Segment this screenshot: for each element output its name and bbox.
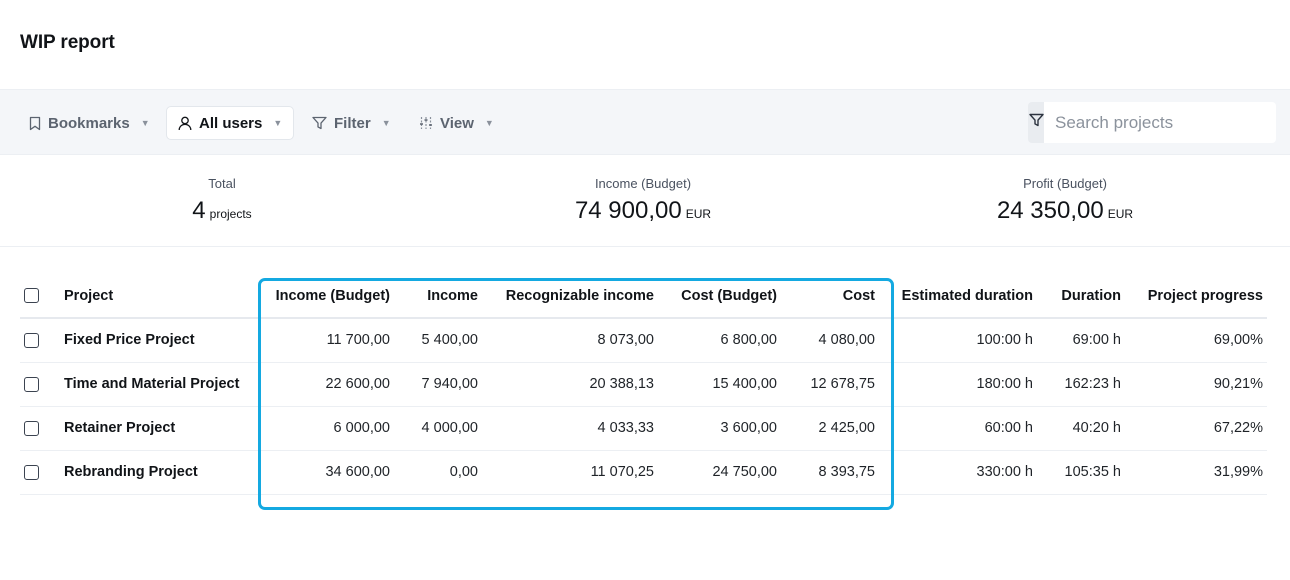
select-all-checkbox[interactable] (24, 288, 39, 304)
row-checkbox[interactable] (24, 420, 39, 436)
table-cell: 105:35 h (1037, 450, 1125, 495)
summary-stats: Total 4 projects Income (Budget) 74 900,0… (0, 155, 1290, 247)
search-input[interactable] (1044, 102, 1276, 143)
stat-value: 4 projects (172, 197, 272, 225)
search-box (1028, 102, 1276, 143)
table-cell: 8 073,00 (482, 318, 658, 363)
project-name[interactable]: Rebranding Project (60, 450, 256, 495)
search-filter-button[interactable] (1028, 102, 1044, 143)
filter-icon (1028, 113, 1044, 132)
stat-unit: EUR (1107, 207, 1134, 221)
table-cell: 100:00 h (879, 318, 1037, 363)
table-cell: 180:00 h (879, 362, 1037, 407)
row-select-cell (20, 450, 60, 495)
row-select-cell (20, 406, 60, 451)
column-header[interactable]: Income (394, 274, 482, 319)
table-row[interactable]: Rebranding Project 34 600,00 0,00 11 070… (20, 450, 1267, 495)
table-cell: 6 000,00 (256, 406, 394, 451)
caret-down-icon: ▼ (381, 118, 391, 128)
row-checkbox[interactable] (24, 464, 39, 480)
column-header[interactable]: Income (Budget) (256, 274, 394, 319)
page-title: WIP report (20, 32, 115, 53)
bookmark-icon (29, 116, 41, 131)
table-cell: 40:20 h (1037, 406, 1125, 451)
table-cell: 11 700,00 (256, 318, 394, 363)
table-cell: 7 940,00 (394, 362, 482, 407)
table-cell: 90,21% (1125, 362, 1267, 407)
table-cell: 3 600,00 (658, 406, 781, 451)
filter-icon (312, 116, 327, 130)
table-row[interactable]: Time and Material Project 22 600,00 7 94… (20, 362, 1267, 407)
view-label: View (440, 114, 474, 132)
column-header[interactable]: Project (60, 274, 256, 319)
column-header[interactable]: Estimated duration (879, 274, 1037, 319)
table-row[interactable]: Retainer Project 6 000,00 4 000,00 4 033… (20, 406, 1267, 451)
column-header[interactable]: Duration (1037, 274, 1125, 319)
stat-unit: EUR (685, 207, 712, 221)
filter-label: Filter (334, 114, 371, 132)
table-cell: 69,00% (1125, 318, 1267, 363)
table-cell: 5 400,00 (394, 318, 482, 363)
table-cell: 12 678,75 (781, 362, 879, 407)
bookmarks-label: Bookmarks (48, 114, 130, 132)
table-cell: 6 800,00 (658, 318, 781, 363)
row-checkbox[interactable] (24, 376, 39, 392)
wip-table: Project Income (Budget) Income Recogniza… (20, 274, 1267, 495)
table-row[interactable]: Fixed Price Project 11 700,00 5 400,00 8… (20, 318, 1267, 363)
table-cell: 0,00 (394, 450, 482, 495)
toolbar: Bookmarks ▼ All users ▼ Filter ▼ View ▼ (0, 89, 1290, 155)
bookmarks-button[interactable]: Bookmarks ▼ (29, 106, 150, 140)
select-all-cell (20, 274, 60, 319)
row-select-cell (20, 362, 60, 407)
table-cell: 24 750,00 (658, 450, 781, 495)
view-button[interactable]: View ▼ (419, 106, 494, 140)
table-cell: 31,99% (1125, 450, 1267, 495)
table-cell: 22 600,00 (256, 362, 394, 407)
table-cell: 4 080,00 (781, 318, 879, 363)
project-name[interactable]: Time and Material Project (60, 362, 256, 407)
stat-unit: projects (209, 207, 252, 221)
table-cell: 60:00 h (879, 406, 1037, 451)
table-cell: 4 000,00 (394, 406, 482, 451)
caret-down-icon: ▼ (140, 118, 150, 128)
table-cell: 34 600,00 (256, 450, 394, 495)
stat-number: 74 900,00 (574, 197, 682, 224)
column-header[interactable]: Cost (Budget) (658, 274, 781, 319)
user-icon (178, 116, 192, 131)
filter-button[interactable]: Filter ▼ (312, 106, 391, 140)
stat-label: Total (208, 176, 236, 191)
row-checkbox[interactable] (24, 332, 39, 348)
stat-label: Profit (Budget) (1023, 176, 1107, 191)
caret-down-icon: ▼ (484, 118, 494, 128)
table-cell: 15 400,00 (658, 362, 781, 407)
stat-income-budget: Income (Budget) 74 900,00 EUR (543, 176, 743, 225)
table-cell: 20 388,13 (482, 362, 658, 407)
table-cell: 162:23 h (1037, 362, 1125, 407)
stat-value: 24 350,00 EUR (965, 197, 1165, 225)
caret-down-icon: ▼ (273, 118, 283, 128)
users-label: All users (199, 114, 263, 132)
table-cell: 67,22% (1125, 406, 1267, 451)
table-cell: 11 070,25 (482, 450, 658, 495)
column-header[interactable]: Cost (781, 274, 879, 319)
stat-value: 74 900,00 EUR (543, 197, 743, 225)
project-name[interactable]: Retainer Project (60, 406, 256, 451)
stat-profit-budget: Profit (Budget) 24 350,00 EUR (965, 176, 1165, 225)
stat-label: Income (Budget) (594, 176, 692, 191)
table-header-row: Project Income (Budget) Income Recogniza… (20, 274, 1267, 319)
stat-total: Total 4 projects (172, 176, 272, 225)
column-header[interactable]: Project progress (1125, 274, 1267, 319)
sliders-icon (419, 116, 433, 130)
project-name[interactable]: Fixed Price Project (60, 318, 256, 363)
table-cell: 8 393,75 (781, 450, 879, 495)
column-header[interactable]: Recognizable income (482, 274, 658, 319)
stat-number: 24 350,00 (996, 197, 1104, 224)
table-cell: 4 033,33 (482, 406, 658, 451)
users-dropdown[interactable]: All users ▼ (166, 106, 295, 140)
table-cell: 69:00 h (1037, 318, 1125, 363)
table-cell: 330:00 h (879, 450, 1037, 495)
table-cell: 2 425,00 (781, 406, 879, 451)
stat-number: 4 (192, 197, 206, 224)
row-select-cell (20, 318, 60, 363)
